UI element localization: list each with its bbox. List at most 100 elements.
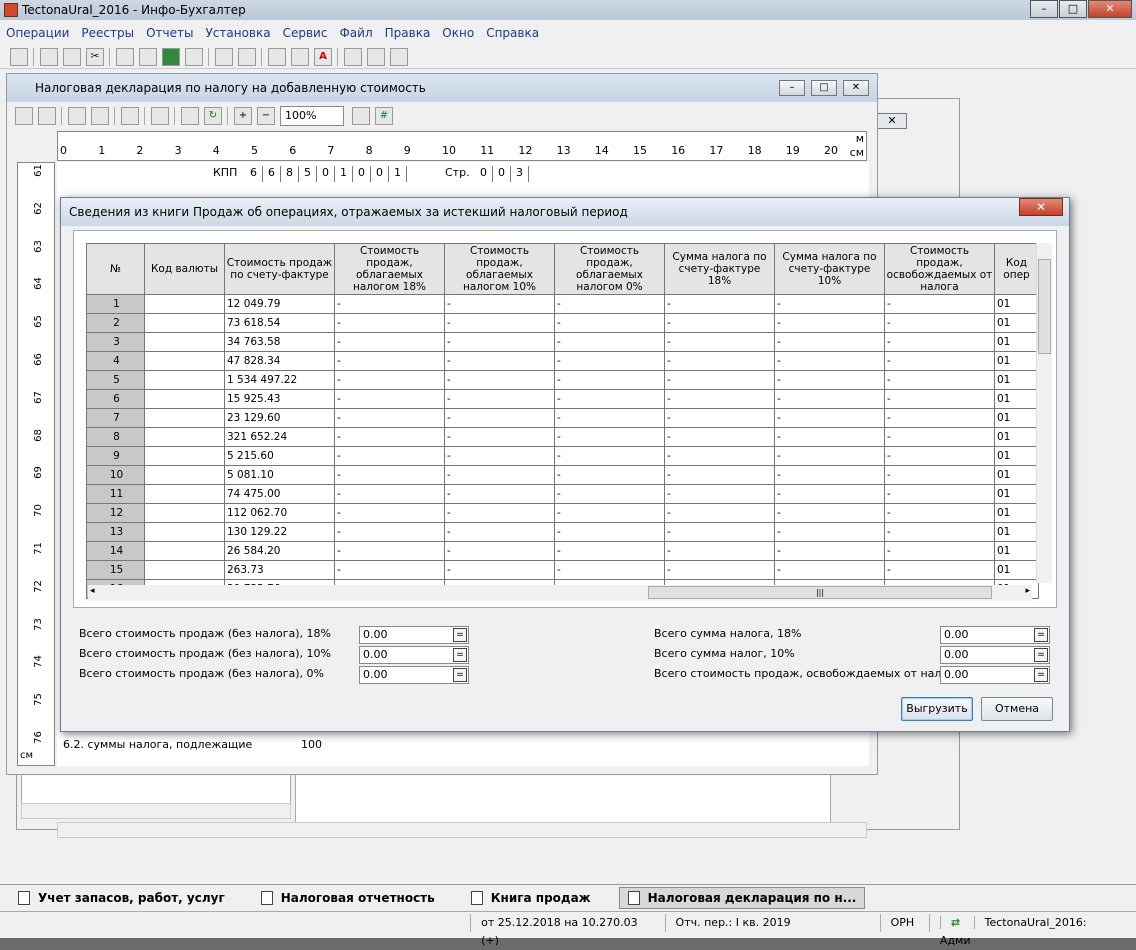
calculator-icon[interactable]: =	[1034, 648, 1048, 662]
calculator-icon[interactable]: =	[453, 648, 467, 662]
table-cell[interactable]: -	[554, 446, 665, 466]
table-cell[interactable]	[144, 332, 225, 352]
menu-reports[interactable]: Отчеты	[146, 26, 193, 40]
table-cell[interactable]: -	[554, 560, 665, 580]
task-tax-reporting[interactable]: Налоговая отчетность	[253, 887, 443, 909]
table-cell[interactable]: 01	[994, 351, 1039, 371]
decl-close-button[interactable]: ✕	[843, 80, 869, 96]
column-header[interactable]: Сумма налога по счету-фактуре 18%	[664, 243, 775, 295]
table-cell[interactable]: 4	[86, 351, 145, 371]
column-header[interactable]: Стоимость продаж, облагаемых налогом 18%	[334, 243, 445, 295]
table-cell[interactable]: -	[444, 560, 555, 580]
table-cell[interactable]: 01	[994, 427, 1039, 447]
table-cell[interactable]: 12	[86, 503, 145, 523]
table-cell[interactable]: -	[444, 427, 555, 447]
table-cell[interactable]: 7	[86, 408, 145, 428]
table-cell[interactable]: -	[554, 503, 665, 523]
table-cell[interactable]: -	[334, 560, 445, 580]
grid-hscrollbar[interactable]: ◂ ||| ▸	[88, 585, 1032, 601]
declaration-hscrollbar[interactable]	[57, 822, 867, 838]
table-cell[interactable]: -	[334, 484, 445, 504]
table-cell[interactable]: -	[554, 332, 665, 352]
table-cell[interactable]: 5 081.10	[224, 465, 335, 485]
table-row[interactable]: 51 534 497.22- - - - - -01	[86, 370, 1039, 390]
table-cell[interactable]: -	[554, 370, 665, 390]
table-cell[interactable]: 01	[994, 465, 1039, 485]
table-cell[interactable]	[144, 351, 225, 371]
table-row[interactable]: 14 26 584.20- - - - - -01	[86, 541, 1039, 561]
table-cell[interactable]: -	[664, 313, 775, 333]
dialog-close-button[interactable]: ✕	[1019, 198, 1063, 216]
excel-icon[interactable]	[162, 47, 180, 66]
table-cell[interactable]: -	[664, 522, 775, 542]
grid-vscroll-thumb[interactable]	[1038, 259, 1051, 354]
table-cell[interactable]: -	[334, 446, 445, 466]
table-cell[interactable]: -	[774, 351, 885, 371]
table-cell[interactable]: -	[774, 484, 885, 504]
calculator-icon[interactable]	[238, 47, 256, 66]
table-cell[interactable]: -	[664, 427, 775, 447]
open-icon[interactable]	[15, 107, 33, 125]
refresh-icon[interactable]: ↻	[204, 107, 222, 125]
total-field[interactable]: 0.00 =	[359, 666, 469, 684]
table-cell[interactable]: 15	[86, 560, 145, 580]
table-cell[interactable]: -	[444, 465, 555, 485]
table-cell[interactable]: -	[334, 522, 445, 542]
table-cell[interactable]: 73 618.54	[224, 313, 335, 333]
table-cell[interactable]: 2	[86, 313, 145, 333]
table-row[interactable]: 1 12 049.79- - - - - -01	[86, 294, 1039, 314]
table-cell[interactable]: 01	[994, 522, 1039, 542]
flower-icon[interactable]	[390, 47, 408, 66]
table-cell[interactable]: 01	[994, 446, 1039, 466]
table-cell[interactable]: -	[884, 560, 995, 580]
table-cell[interactable]: -	[334, 503, 445, 523]
table-cell[interactable]	[144, 522, 225, 542]
task-vat-declaration[interactable]: Налоговая декларация по н...	[618, 886, 866, 909]
total-field[interactable]: 0.00 =	[940, 646, 1050, 664]
save-icon[interactable]	[121, 107, 139, 125]
table-cell[interactable]	[144, 370, 225, 390]
table-cell[interactable]: -	[444, 332, 555, 352]
task-sales-book[interactable]: Книга продаж	[463, 887, 599, 909]
column-header[interactable]: №	[86, 243, 145, 295]
table-cell[interactable]: -	[884, 294, 995, 314]
total-field[interactable]: 0.00 =	[940, 626, 1050, 644]
menu-service[interactable]: Сервис	[283, 26, 328, 40]
table-cell[interactable]: -	[444, 446, 555, 466]
zoom-in-icon[interactable]: +	[234, 107, 252, 125]
column-header[interactable]: Код валюты	[144, 243, 225, 295]
calculator-icon[interactable]: =	[453, 628, 467, 642]
table-cell[interactable]	[144, 484, 225, 504]
calculator-icon[interactable]: =	[1034, 628, 1048, 642]
table-cell[interactable]: -	[334, 351, 445, 371]
table-row[interactable]: 7 23 129.60- - - - - -01	[86, 408, 1039, 428]
zoom-out-icon[interactable]: −	[257, 107, 275, 125]
table-row[interactable]: 3 34 763.58- - - - - -01	[86, 332, 1039, 352]
table-cell[interactable]: -	[884, 446, 995, 466]
menu-edit[interactable]: Правка	[385, 26, 431, 40]
table-cell[interactable]: -	[334, 427, 445, 447]
column-header[interactable]: Стоимость продаж, освобождаемых от налог…	[884, 243, 995, 295]
scroll-left-icon[interactable]: ◂	[90, 586, 95, 596]
table-cell[interactable]: 1	[86, 294, 145, 314]
table-cell[interactable]: -	[664, 465, 775, 485]
table-cell[interactable]: 34 763.58	[224, 332, 335, 352]
calc-icon[interactable]	[181, 107, 199, 125]
table-cell[interactable]: -	[884, 370, 995, 390]
document-icon[interactable]	[215, 47, 233, 66]
calculator-icon[interactable]: =	[453, 668, 467, 682]
table-cell[interactable]: 10	[86, 465, 145, 485]
table-cell[interactable]: -	[774, 294, 885, 314]
bg-close-icon[interactable]: ✕	[877, 113, 907, 129]
table-cell[interactable]: -	[664, 484, 775, 504]
table-cell[interactable]: 5 215.60	[224, 446, 335, 466]
table-cell[interactable]: -	[664, 389, 775, 409]
table-row[interactable]: 8 321 652.24- - - - - -01	[86, 427, 1039, 447]
total-field[interactable]: 0.00 =	[940, 666, 1050, 684]
table-cell[interactable]: -	[774, 332, 885, 352]
table-cell[interactable]: 26 584.20	[224, 541, 335, 561]
pointer-icon[interactable]	[352, 107, 370, 125]
table-cell[interactable]	[144, 294, 225, 314]
table-cell[interactable]: 11	[86, 484, 145, 504]
table-cell[interactable]: -	[444, 503, 555, 523]
